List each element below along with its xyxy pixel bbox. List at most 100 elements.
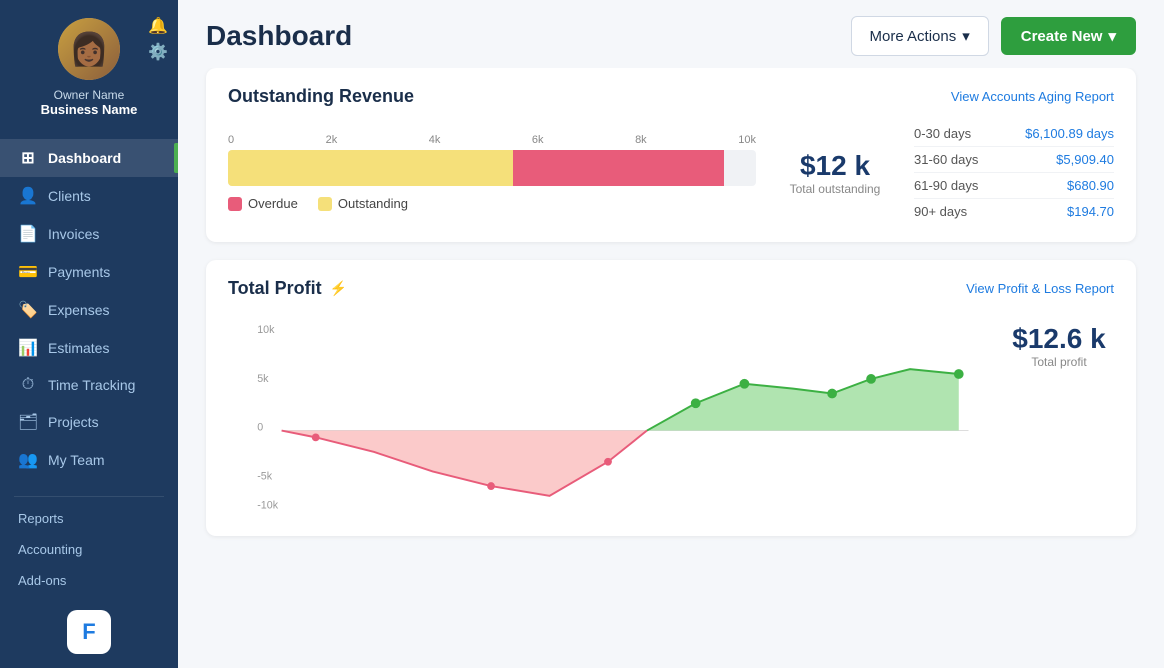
svg-text:-10k: -10k (257, 499, 278, 511)
sidebar-item-my-team[interactable]: 👥 My Team (0, 441, 178, 479)
sidebar: 👩🏾 🔔 ⚙️ Owner Name Business Name ⊞ Dashbo… (0, 0, 178, 668)
data-point (740, 379, 750, 389)
bar-outstanding (228, 150, 513, 186)
profit-total-amount: $12.6 k (1004, 323, 1114, 355)
sidebar-divider (14, 496, 164, 497)
estimates-icon: 📊 (18, 338, 38, 358)
legend-overdue: Overdue (228, 196, 298, 211)
sidebar-item-expenses[interactable]: 🏷️ Expenses (0, 291, 178, 329)
chevron-down-icon: ▾ (962, 27, 970, 45)
bar-overdue (513, 150, 724, 186)
bar-legend: Overdue Outstanding (228, 196, 756, 211)
total-outstanding-amount: $12 k (780, 150, 890, 182)
aging-row: 90+ days$194.70 (914, 199, 1114, 224)
total-profit-title-row: Total Profit ⚡ (228, 278, 347, 299)
nav-label: Time Tracking (48, 377, 135, 393)
total-outstanding-box: $12 k Total outstanding (780, 150, 890, 196)
data-point (827, 389, 837, 399)
aging-row: 31-60 days$5,909.40 (914, 147, 1114, 173)
aging-table: 0-30 days$6,100.89 days31-60 days$5,909.… (914, 121, 1114, 224)
payments-icon: 💳 (18, 262, 38, 282)
data-point (954, 369, 964, 379)
more-actions-button[interactable]: More Actions ▾ (851, 16, 989, 56)
outstanding-revenue-card: Outstanding Revenue View Accounts Aging … (206, 68, 1136, 242)
content-area: Outstanding Revenue View Accounts Aging … (178, 68, 1164, 668)
header: Dashboard More Actions ▾ Create New ▾ (178, 0, 1164, 68)
data-point (312, 433, 320, 441)
nav-label: Invoices (48, 226, 99, 242)
data-point (866, 374, 876, 384)
page-title: Dashboard (206, 20, 352, 52)
aging-row: 0-30 days$6,100.89 days (914, 121, 1114, 147)
main-content: Dashboard More Actions ▾ Create New ▾ Ou… (178, 0, 1164, 668)
sidebar-bottom-nav: ReportsAccountingAdd-ons (0, 503, 178, 596)
svg-text:5k: 5k (257, 373, 269, 385)
sidebar-item-clients[interactable]: 👤 Clients (0, 177, 178, 215)
my-team-icon: 👥 (18, 450, 38, 470)
nav-label: Projects (48, 414, 99, 430)
aging-row: 61-90 days$680.90 (914, 173, 1114, 199)
outstanding-revenue-title: Outstanding Revenue (228, 86, 414, 107)
chevron-down-icon: ▾ (1108, 27, 1116, 45)
total-outstanding-label: Total outstanding (780, 182, 890, 196)
settings-icon[interactable]: ⚙️ (148, 42, 168, 62)
sidebar-item-dashboard[interactable]: ⊞ Dashboard (0, 139, 178, 177)
sidebar-nav: ⊞ Dashboard 👤 Clients 📄 Invoices 💳 Payments 🏷️ Ex… (0, 131, 178, 490)
nav-label: My Team (48, 452, 105, 468)
sidebar-item-estimates[interactable]: 📊 Estimates (0, 329, 178, 367)
bar-axis-labels: 0 2k 4k 6k 8k 10k (228, 134, 756, 150)
sidebar-item-invoices[interactable]: 📄 Invoices (0, 215, 178, 253)
nav-label: Expenses (48, 302, 109, 318)
sidebar-item-projects[interactable]: 🗂 Projects (0, 403, 178, 441)
dashboard-icon: ⊞ (18, 148, 38, 168)
data-point (487, 482, 495, 490)
profit-chart-svg: 10k 5k 0 -5k -10k (228, 313, 988, 513)
nav-label: Estimates (48, 340, 109, 356)
profit-chart-area: 10k 5k 0 -5k -10k (228, 313, 1114, 518)
data-point (604, 458, 612, 466)
svg-text:0: 0 (257, 422, 263, 434)
nav-label: Payments (48, 264, 110, 280)
notification-icon[interactable]: 🔔 (148, 16, 168, 36)
sidebar-bottom: F (0, 596, 178, 668)
view-profit-loss-link[interactable]: View Profit & Loss Report (966, 281, 1114, 296)
sidebar-item-time-tracking[interactable]: ⏱ Time Tracking (0, 367, 178, 403)
svg-text:-5k: -5k (257, 470, 273, 482)
total-profit-card: Total Profit ⚡ View Profit & Loss Report… (206, 260, 1136, 536)
loss-area (282, 431, 647, 496)
view-aging-report-link[interactable]: View Accounts Aging Report (951, 89, 1114, 104)
business-name: Business Name (41, 102, 138, 117)
bar-chart: 0 2k 4k 6k 8k 10k Overdue (228, 134, 756, 211)
create-new-button[interactable]: Create New ▾ (1001, 17, 1136, 55)
profit-svg-container: 10k 5k 0 -5k -10k (228, 313, 988, 518)
sidebar-item-payments[interactable]: 💳 Payments (0, 253, 178, 291)
freshbooks-logo: F (67, 610, 111, 654)
profit-total-label: Total profit (1004, 355, 1114, 369)
nav-label: Clients (48, 188, 91, 204)
owner-name: Owner Name (54, 88, 125, 102)
outstanding-color-dot (318, 197, 332, 211)
sidebar-item-reports[interactable]: Reports (0, 503, 178, 534)
projects-icon: 🗂 (18, 412, 38, 432)
revenue-chart-area: 0 2k 4k 6k 8k 10k Overdue (228, 121, 1114, 224)
bar-track (228, 150, 756, 186)
total-profit-title: Total Profit (228, 278, 322, 299)
header-actions: More Actions ▾ Create New ▾ (851, 16, 1136, 56)
profit-total-box: $12.6 k Total profit (1004, 313, 1114, 369)
time-tracking-icon: ⏱ (18, 376, 38, 394)
avatar[interactable]: 👩🏾 (58, 18, 120, 80)
nav-label: Dashboard (48, 150, 121, 166)
clients-icon: 👤 (18, 186, 38, 206)
overdue-color-dot (228, 197, 242, 211)
sidebar-item-accounting[interactable]: Accounting (0, 534, 178, 565)
filter-icon[interactable]: ⚡ (330, 280, 347, 297)
sidebar-item-add-ons[interactable]: Add-ons (0, 565, 178, 596)
sidebar-profile: 👩🏾 🔔 ⚙️ Owner Name Business Name (0, 0, 178, 131)
legend-outstanding: Outstanding (318, 196, 408, 211)
expenses-icon: 🏷️ (18, 300, 38, 320)
svg-text:10k: 10k (257, 324, 275, 336)
data-point (691, 398, 701, 408)
outstanding-revenue-header: Outstanding Revenue View Accounts Aging … (228, 86, 1114, 107)
invoices-icon: 📄 (18, 224, 38, 244)
total-profit-header: Total Profit ⚡ View Profit & Loss Report (228, 278, 1114, 299)
